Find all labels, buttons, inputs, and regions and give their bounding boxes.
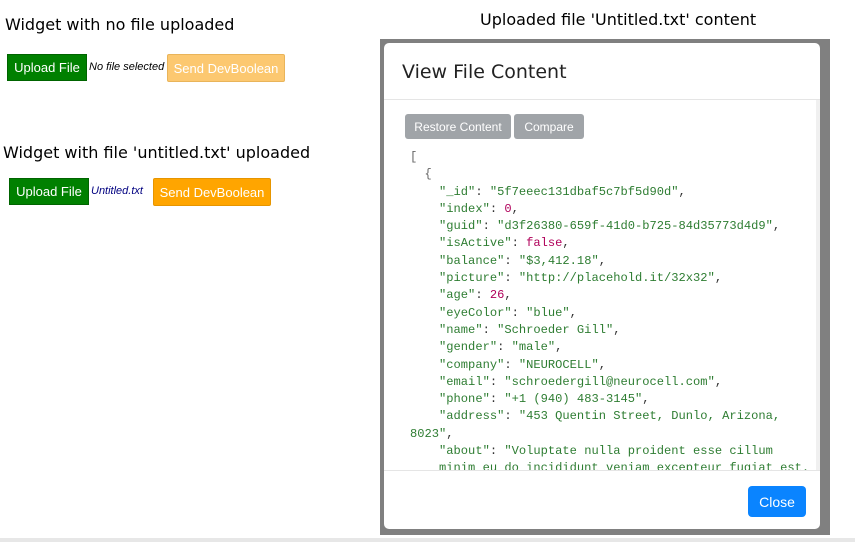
send-devboolean-button[interactable]: Send DevBoolean — [153, 178, 271, 206]
json-value: "$3,412.18" — [518, 253, 599, 268]
json-key: "index" — [439, 201, 490, 216]
json-line: "picture": "http://placehold.it/32x32", — [439, 271, 723, 286]
modal-body[interactable]: Restore Content Compare [ { "_id": "5f7e… — [384, 100, 820, 470]
caption-no-file: Widget with no file uploaded — [5, 15, 235, 34]
json-value: "+1 (940) 483-3145" — [504, 392, 643, 407]
json-key: "about" — [439, 444, 490, 459]
json-line: "age": 26, — [439, 288, 512, 303]
json-line: "guid": "d3f26380-659f-41d0-b725-84d3577… — [439, 219, 781, 234]
json-value: "5f7eeec131dbaf5c7bf5d90d" — [489, 184, 679, 199]
json-value: "d3f26380-659f-41d0-b725-84d35773d4d9" — [497, 219, 773, 234]
json-line: "isActive": false, — [439, 236, 570, 251]
json-key: "age" — [439, 288, 476, 303]
file-status-name: Untitled.txt — [91, 185, 143, 197]
json-line: "balance": "$3,412.18", — [439, 253, 606, 268]
modal-scrollbar[interactable] — [816, 100, 820, 470]
json-line: "name": "Schroeder Gill", — [439, 322, 621, 337]
upload-file-button[interactable]: Upload File — [9, 178, 89, 205]
json-value: "Schroeder Gill" — [497, 322, 614, 337]
json-line: "_id": "5f7eeec131dbaf5c7bf5d90d", — [439, 184, 686, 199]
send-devboolean-button-disabled[interactable]: Send DevBoolean — [167, 54, 285, 82]
json-key: "name" — [439, 322, 483, 337]
modal-header: View File Content — [384, 43, 820, 100]
json-line: "company": "NEUROCELL", — [439, 357, 606, 372]
json-bracket: [ — [410, 150, 418, 164]
json-key: "phone" — [439, 392, 490, 407]
json-key: "address" — [439, 409, 505, 424]
json-key: "isActive" — [439, 236, 512, 251]
caption-file-content: Uploaded file 'Untitled.txt' content — [480, 10, 757, 29]
json-line: [ — [410, 149, 810, 166]
json-value: "Voluptate nulla proident esse cillum — [504, 444, 773, 459]
json-line: "address": "453 Quentin Street, Dunlo, A… — [439, 409, 781, 424]
json-key: "guid" — [439, 219, 483, 234]
json-content-viewer: [ { "_id": "5f7eeec131dbaf5c7bf5d90d", "… — [410, 149, 810, 470]
page-bottom-border — [0, 538, 855, 542]
json-bracket: { — [424, 167, 432, 182]
json-value: "blue" — [526, 305, 570, 320]
upload-file-button[interactable]: Upload File — [7, 54, 87, 81]
json-line: 8023", — [410, 426, 454, 441]
json-line: minim eu do incididunt veniam excepteur … — [410, 460, 810, 470]
json-key: "eyeColor" — [439, 305, 512, 320]
json-value: false — [526, 236, 563, 251]
json-key: "gender" — [439, 340, 498, 355]
json-line: "eyeColor": "blue", — [439, 305, 577, 320]
caption-with-file: Widget with file 'untitled.txt' uploaded — [3, 143, 311, 162]
json-line: "index": 0, — [439, 201, 519, 216]
json-value-continued: 8023" — [410, 426, 447, 441]
close-button[interactable]: Close — [748, 486, 806, 517]
json-key: "company" — [439, 357, 505, 372]
json-line: "about": "Voluptate nulla proident esse … — [439, 444, 773, 459]
file-status-empty: No file selected — [89, 61, 165, 73]
json-value: "schroedergill@neurocell.com" — [504, 374, 715, 389]
json-value: "http://placehold.it/32x32" — [518, 271, 715, 286]
view-file-modal: View File Content Restore Content Compar… — [384, 43, 820, 529]
compare-button[interactable]: Compare — [514, 114, 584, 139]
restore-content-button[interactable]: Restore Content — [405, 114, 511, 139]
json-line: "gender": "male", — [439, 340, 563, 355]
json-value-continued: minim eu do incididunt veniam excepteur … — [439, 461, 810, 470]
modal-footer: Close — [384, 470, 820, 529]
json-key: "picture" — [439, 271, 505, 286]
json-line: "phone": "+1 (940) 483-3145", — [439, 392, 650, 407]
json-value: "NEUROCELL" — [518, 357, 599, 372]
json-value: 0 — [504, 201, 512, 216]
json-value: "male" — [511, 340, 556, 355]
json-key: "_id" — [439, 184, 476, 199]
modal-title: View File Content — [402, 61, 567, 83]
json-value: 26 — [489, 288, 505, 303]
json-value: "453 Quentin Street, Dunlo, Arizona, — [518, 409, 781, 424]
json-key: "email" — [439, 374, 490, 389]
json-key: "balance" — [439, 253, 505, 268]
json-line: "email": "schroedergill@neurocell.com", — [439, 374, 723, 389]
json-line: { — [410, 166, 810, 183]
